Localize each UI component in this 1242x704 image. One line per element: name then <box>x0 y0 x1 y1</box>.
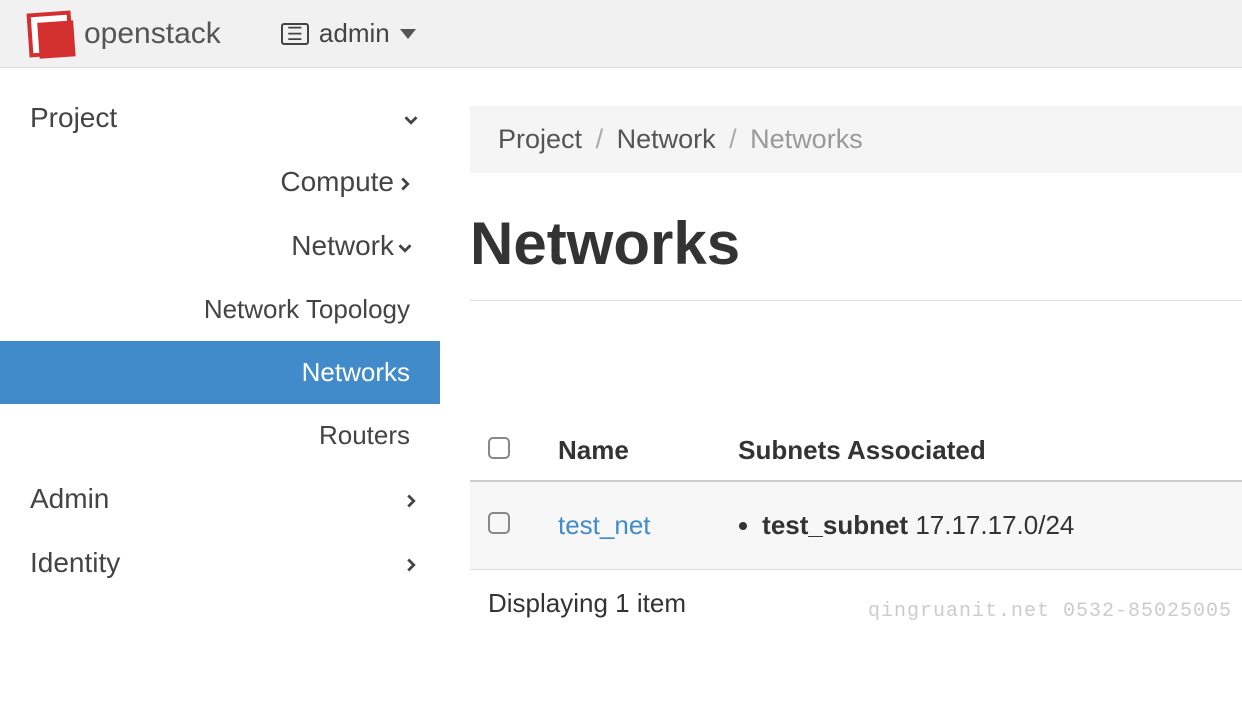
sidebar-item-network[interactable]: Network <box>0 214 440 278</box>
brand-text: openstack <box>84 17 221 51</box>
watermark: qingruanit.net 0532-85025005 <box>868 600 1232 623</box>
sidebar-item-label: Networks <box>0 357 410 388</box>
topbar: openstack ☰ admin <box>0 0 1242 68</box>
subnet-cidr: 17.17.17.0/24 <box>915 510 1074 540</box>
column-header-name[interactable]: Name <box>540 421 720 481</box>
sidebar-item-label: Routers <box>0 420 410 451</box>
breadcrumb-current: Networks <box>750 124 863 154</box>
sidebar-item-compute[interactable]: Compute <box>0 150 440 214</box>
subnet-name: test_subnet <box>762 510 908 540</box>
sidebar: Project Compute Network Network Topology… <box>0 68 440 637</box>
chevron-right-icon <box>400 490 418 508</box>
row-checkbox[interactable] <box>488 512 510 534</box>
sidebar-item-identity[interactable]: Identity <box>0 531 440 595</box>
sidebar-item-label: Network <box>150 230 394 262</box>
breadcrumb-separator: / <box>596 124 604 154</box>
networks-table: Name Subnets Associated test_net t <box>470 421 1242 570</box>
sidebar-item-admin[interactable]: Admin <box>0 467 440 531</box>
openstack-logo-icon <box>27 10 74 57</box>
sidebar-item-label: Project <box>30 102 117 134</box>
subnet-item: test_subnet 17.17.17.0/24 <box>762 510 1224 541</box>
network-name-link[interactable]: test_net <box>558 510 651 540</box>
chevron-right-icon <box>394 173 412 191</box>
chevron-down-icon <box>400 29 416 39</box>
column-header-subnets[interactable]: Subnets Associated <box>720 421 1242 481</box>
project-selector-label: admin <box>319 18 390 49</box>
sidebar-item-label: Admin <box>30 483 109 515</box>
sidebar-item-label: Network Topology <box>0 294 410 325</box>
chevron-down-icon <box>400 109 418 127</box>
table-row: test_net test_subnet 17.17.17.0/24 <box>470 481 1242 570</box>
sidebar-item-project[interactable]: Project <box>0 86 440 150</box>
page-title: Networks <box>470 209 1242 278</box>
main-content: Project / Network / Networks Networks Na… <box>440 68 1242 637</box>
divider <box>470 300 1242 301</box>
select-all-checkbox[interactable] <box>488 437 510 459</box>
sidebar-item-label: Compute <box>150 166 394 198</box>
subnet-list: test_subnet 17.17.17.0/24 <box>738 510 1224 541</box>
sidebar-item-network-topology[interactable]: Network Topology <box>0 278 440 341</box>
breadcrumb-separator: / <box>729 124 737 154</box>
sidebar-item-networks[interactable]: Networks <box>0 341 440 404</box>
breadcrumb-item[interactable]: Project <box>498 124 582 154</box>
project-selector[interactable]: ☰ admin <box>281 18 416 49</box>
chevron-down-icon <box>394 237 412 255</box>
chevron-right-icon <box>400 554 418 572</box>
project-icon: ☰ <box>281 23 309 45</box>
sidebar-item-label: Identity <box>30 547 120 579</box>
breadcrumb: Project / Network / Networks <box>470 106 1242 173</box>
breadcrumb-item[interactable]: Network <box>617 124 716 154</box>
sidebar-item-routers[interactable]: Routers <box>0 404 440 467</box>
